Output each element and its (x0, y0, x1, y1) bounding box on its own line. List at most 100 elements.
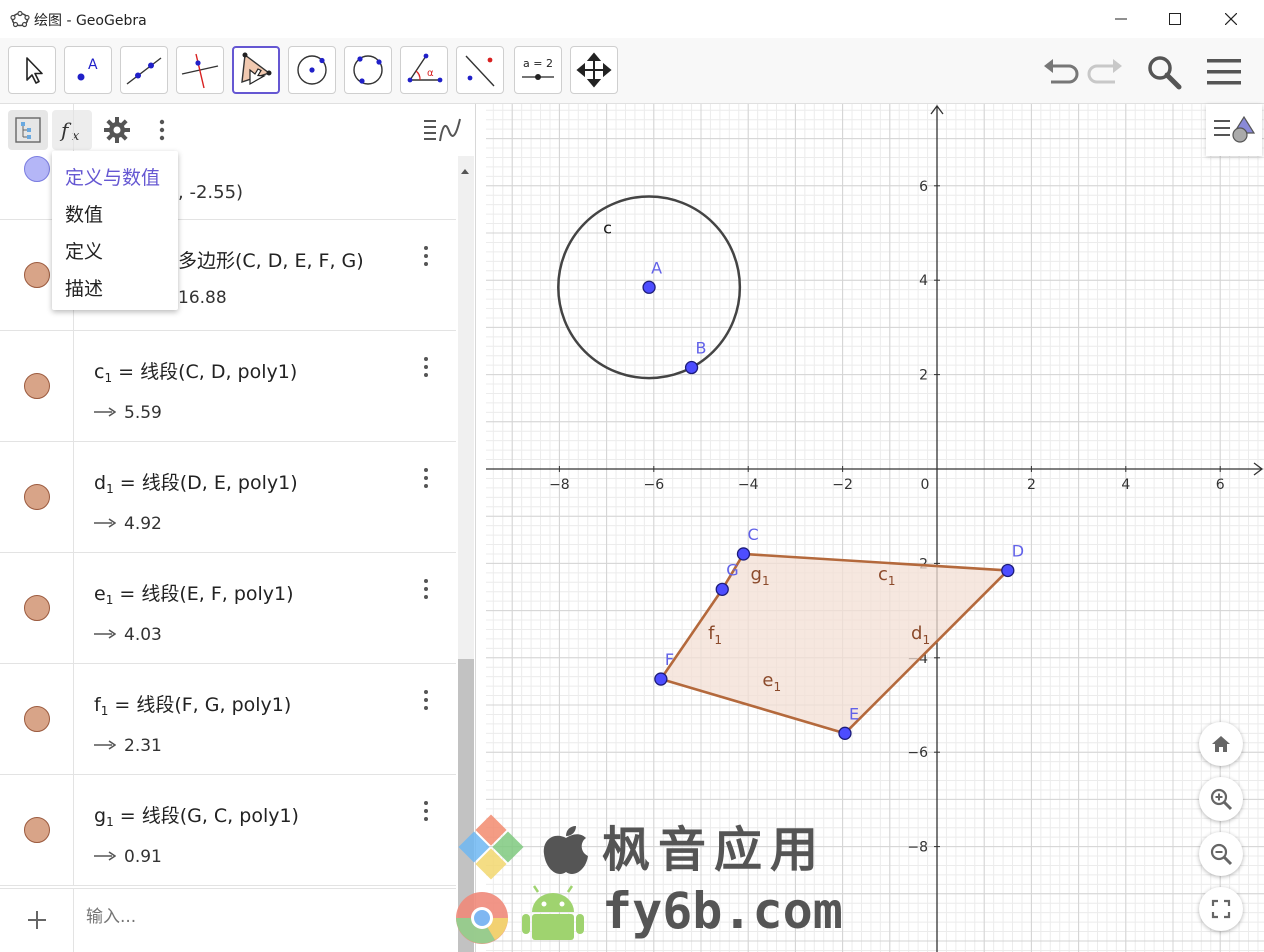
main-menu-button[interactable] (1204, 52, 1244, 92)
minimize-button[interactable] (1098, 0, 1144, 38)
undo-button[interactable] (1040, 52, 1080, 92)
algebra-scroll-thumb[interactable] (458, 659, 474, 952)
point-D (1001, 563, 1015, 578)
zoom-out-icon (1210, 843, 1233, 866)
value-text: 4.03 (124, 625, 162, 645)
algebra-row[interactable]: g1 = 线段(G, C, poly1) 0.91 (0, 775, 456, 886)
point-tool-label: A (88, 57, 98, 73)
visibility-toggle-dot[interactable] (24, 484, 50, 510)
equals-sign: = (113, 583, 142, 605)
x-tick-label: 6 (1216, 477, 1225, 493)
row-menu-button[interactable] (414, 242, 438, 270)
point-label: B (696, 339, 707, 358)
move-tool-button[interactable] (8, 46, 56, 94)
x-tick-label: −8 (549, 477, 570, 493)
home-icon (1212, 736, 1230, 752)
slider-tool-button[interactable]: a = 2 (514, 46, 562, 94)
algebra-row[interactable]: c1 = 线段(C, D, poly1) 5.59 (0, 331, 456, 442)
row-menu-button[interactable] (414, 797, 438, 825)
row-value: 2.31 (94, 736, 162, 756)
y-tick-label: −8 (907, 840, 928, 856)
maximize-button[interactable] (1152, 0, 1198, 38)
algebra-row[interactable]: d1 = 线段(D, E, poly1) 4.92 (0, 442, 456, 553)
point-G (715, 582, 729, 597)
row-menu-button[interactable] (414, 464, 438, 492)
x-tick-label: −4 (738, 477, 759, 493)
graphics-view[interactable]: −8−6−4−20246642−2−4−6−8cg1c1d1f1e1ABCDEF… (486, 104, 1264, 952)
row-menu-button[interactable] (414, 353, 438, 381)
row-definition: c1 = 线段(C, D, poly1) (94, 357, 298, 385)
menu-item-value[interactable]: 数值 (65, 200, 103, 227)
reflect-tool-button[interactable] (456, 46, 504, 94)
row-menu-button[interactable] (414, 575, 438, 603)
definition-text: 线段(C, D, poly1) (140, 361, 298, 383)
visibility-toggle-dot[interactable] (24, 595, 50, 621)
zoom-in-icon (1210, 788, 1233, 811)
close-button[interactable] (1208, 0, 1254, 38)
point-E (838, 726, 852, 740)
window-title: 绘图 - GeoGebra (34, 13, 147, 29)
value-text: 5.59 (124, 403, 162, 423)
line-tool-button[interactable] (120, 46, 168, 94)
object-name-subscript: 1 (105, 593, 114, 607)
polygon-icon (241, 52, 272, 86)
row-value: , -2.55) (178, 182, 244, 203)
y-tick-label: 6 (919, 179, 928, 195)
angle-tool-button[interactable]: α (400, 46, 448, 94)
search-button[interactable] (1144, 52, 1184, 92)
polygon-tool-button[interactable] (232, 46, 280, 94)
fullscreen-icon (1211, 899, 1231, 919)
object-name: e (94, 583, 106, 605)
circle-center-point-icon (297, 55, 327, 85)
object-name: f (94, 694, 101, 716)
visibility-toggle-dot[interactable] (24, 373, 50, 399)
angle-icon: α (407, 53, 443, 83)
standard-view-button[interactable] (1199, 722, 1243, 766)
menu-item-definition-and-value[interactable]: 定义与数值 (65, 163, 160, 190)
visibility-toggle-dot[interactable] (24, 706, 50, 732)
point-A-icon: A (77, 57, 98, 81)
row-definition: g1 = 线段(G, C, poly1) (94, 801, 299, 829)
graphics-style-button[interactable] (1206, 104, 1262, 156)
menu-item-definition[interactable]: 定义 (65, 237, 103, 264)
row-value: 4.03 (94, 625, 162, 645)
visibility-toggle-dot[interactable] (24, 156, 50, 182)
object-name-subscript: 1 (106, 815, 114, 829)
row-menu-button[interactable] (414, 686, 438, 714)
line-through-points-icon (126, 57, 162, 85)
algebra-input-field[interactable] (86, 907, 426, 927)
menu-item-description[interactable]: 描述 (65, 274, 103, 301)
x-tick-label: 0 (921, 477, 930, 493)
perpendicular-line-tool-button[interactable] (176, 46, 224, 94)
move-arrows-icon (576, 52, 612, 88)
zoom-in-button[interactable] (1199, 777, 1243, 821)
geogebra-logo-icon (10, 10, 30, 28)
circle-tool-button[interactable] (288, 46, 336, 94)
point-label: G (726, 560, 738, 579)
scroll-up-icon[interactable] (459, 166, 471, 176)
result-arrow-icon (94, 629, 117, 639)
visibility-toggle-dot[interactable] (24, 817, 50, 843)
redo-icon (1087, 59, 1122, 84)
fullscreen-button[interactable] (1199, 887, 1243, 931)
algebra-row[interactable]: e1 = 线段(E, F, poly1) 4.03 (0, 553, 456, 664)
point-label: E (849, 704, 859, 723)
coordinate-plane[interactable]: −8−6−4−20246642−2−4−6−8cg1c1d1f1e1ABCDEF… (486, 104, 1264, 952)
description-mode-menu: 定义与数值 数值 定义 描述 (52, 151, 178, 310)
point-tool-button[interactable]: A (64, 46, 112, 94)
circle-three-points-tool-button[interactable] (344, 46, 392, 94)
visibility-toggle-dot[interactable] (24, 262, 50, 288)
minimize-icon (1115, 18, 1127, 20)
graphics-style-icon (1214, 115, 1256, 143)
geogebra-window: 绘图 - GeoGebra A α a = 2 f x , -2.55) 多边形… (0, 0, 1264, 952)
point-C (736, 547, 751, 561)
y-tick-label: 4 (919, 273, 928, 289)
redo-button[interactable] (1086, 52, 1126, 92)
result-arrow-icon (94, 851, 117, 861)
move-graphics-tool-button[interactable] (570, 46, 618, 94)
add-item-button[interactable] (22, 905, 52, 935)
y-tick-label: 2 (919, 368, 928, 384)
algebra-row[interactable]: f1 = 线段(F, G, poly1) 2.31 (0, 664, 456, 775)
equals-sign: = (113, 805, 142, 827)
zoom-out-button[interactable] (1199, 832, 1243, 876)
